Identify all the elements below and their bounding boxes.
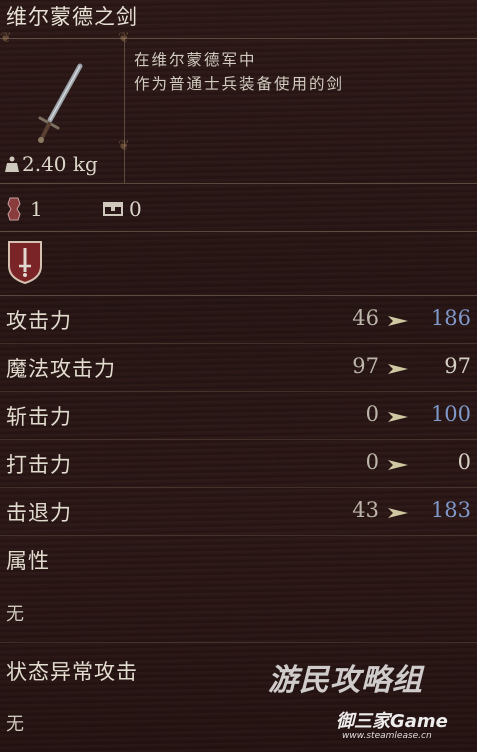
weapon-image (30, 58, 90, 148)
divider (0, 343, 477, 344)
stat-label: 斩击力 (6, 405, 72, 429)
stat-row-strike: 打击力 0 0 (0, 441, 477, 487)
status-attack-label: 状态异常攻击 (6, 660, 138, 684)
weight-icon (4, 154, 20, 178)
item-description: 在维尔蒙德军中 作为普通士兵装备使用的剑 (134, 48, 344, 96)
watermark-url: www.steamlease.cn (342, 731, 432, 741)
storage-icon (103, 201, 123, 221)
weight-display: 2.40 kg (4, 152, 98, 178)
panel-divider (124, 38, 125, 183)
stat-base-value: 0 (365, 402, 379, 426)
storage-count: 0 (129, 197, 142, 221)
divider (0, 231, 477, 232)
stat-label: 魔法攻击力 (6, 357, 116, 381)
stat-base-value: 46 (352, 306, 379, 330)
stat-upgraded-value: 186 (430, 306, 471, 330)
attribute-label: 属性 (6, 549, 50, 573)
status-attack-value: 无 (6, 714, 24, 735)
divider (0, 487, 477, 488)
divider (0, 535, 477, 536)
attribute-value: 无 (6, 604, 24, 625)
stat-upgraded-value: 0 (457, 450, 471, 474)
stat-upgraded-value: 183 (430, 498, 471, 522)
stat-label: 攻击力 (6, 309, 72, 333)
stat-upgraded-value: 100 (430, 402, 471, 426)
hand-slot-icon (6, 196, 22, 226)
stat-base-value: 43 (352, 498, 379, 522)
divider (0, 38, 477, 39)
divider (0, 439, 477, 440)
stat-label: 打击力 (6, 453, 72, 477)
divider (0, 642, 477, 643)
arrow-right-icon (388, 361, 408, 375)
stat-upgraded-value: 97 (444, 354, 471, 378)
divider (0, 391, 477, 392)
stat-base-value: 0 (365, 450, 379, 474)
divider (0, 295, 477, 296)
weight-value: 2.40 kg (22, 152, 98, 176)
item-title: 维尔蒙德之剑 (6, 5, 138, 29)
watermark-site: 御三家Game (336, 711, 448, 732)
description-line: 在维尔蒙德军中 (134, 51, 257, 69)
hand-slot-count: 1 (30, 197, 43, 221)
stat-row-slash: 斩击力 0 100 (0, 393, 477, 439)
stat-row-knockback: 击退力 43 183 (0, 489, 477, 535)
description-line: 作为普通士兵装备使用的剑 (134, 75, 345, 93)
watermark-brand: 游民攻略组 (268, 663, 423, 698)
arrow-right-icon (388, 457, 408, 471)
divider (0, 183, 477, 184)
sword-emblem-icon (7, 240, 43, 288)
stat-base-value: 97 (352, 354, 379, 378)
stat-label: 击退力 (6, 501, 72, 525)
arrow-right-icon (388, 313, 408, 327)
stat-row-attack: 攻击力 46 186 (0, 297, 477, 343)
stat-row-magic-attack: 魔法攻击力 97 97 (0, 345, 477, 391)
arrow-right-icon (388, 409, 408, 423)
arrow-right-icon (388, 505, 408, 519)
